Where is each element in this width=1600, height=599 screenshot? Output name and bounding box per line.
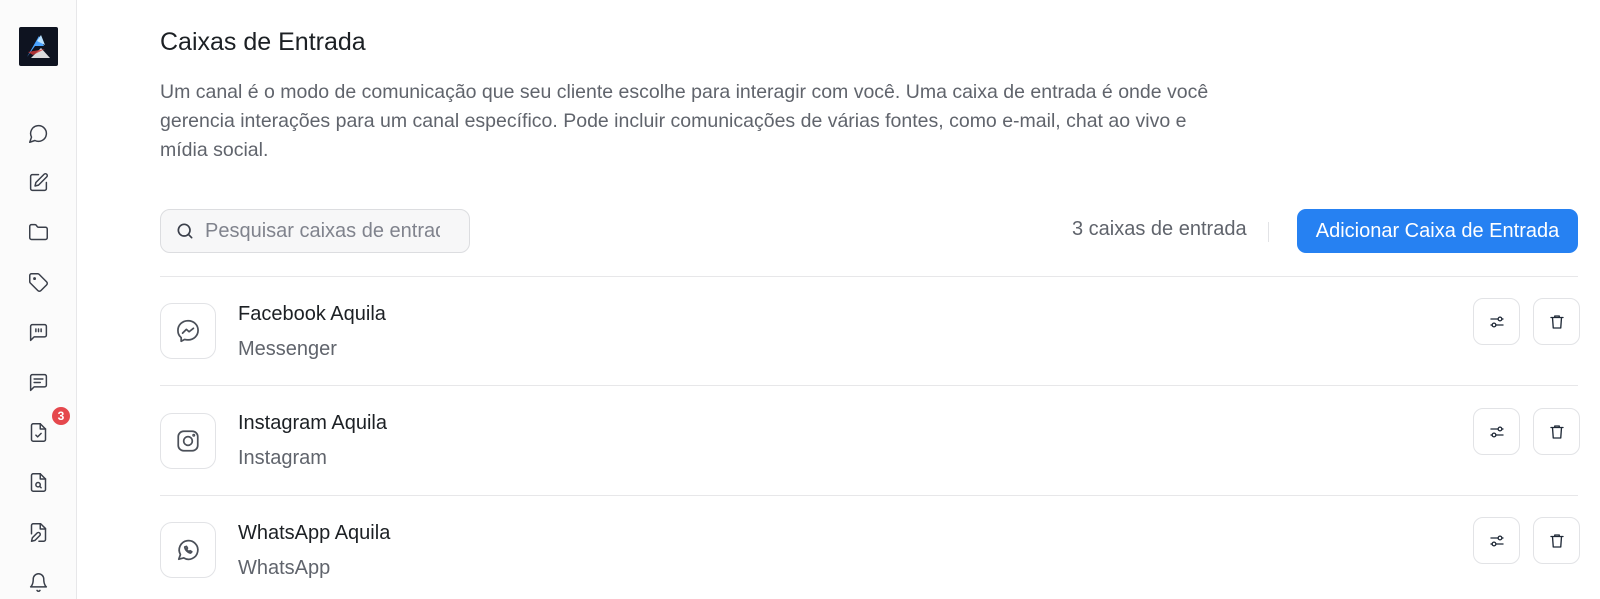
whatsapp-icon <box>160 522 216 578</box>
sliders-icon <box>1489 425 1504 438</box>
inbox-type: Instagram <box>238 447 327 469</box>
divider <box>1268 222 1269 242</box>
trash-icon <box>1549 314 1564 329</box>
bell-icon[interactable] <box>26 570 50 594</box>
settings-button[interactable] <box>1473 408 1520 455</box>
task-checklist-icon[interactable] <box>26 420 50 444</box>
delete-button[interactable] <box>1533 298 1580 345</box>
settings-button[interactable] <box>1473 298 1520 345</box>
inbox-name: WhatsApp Aquila <box>238 522 391 544</box>
conversations-icon[interactable] <box>26 121 50 145</box>
divider <box>160 276 1578 277</box>
divider <box>160 495 1578 496</box>
instagram-icon <box>160 413 216 469</box>
document-search-icon[interactable] <box>26 470 50 494</box>
compose-icon[interactable] <box>26 170 50 194</box>
inbox-count: 3 caixas de entrada <box>1072 218 1247 240</box>
page-description: Um canal é o modo de comunicação que seu… <box>160 81 1209 161</box>
divider <box>160 385 1578 386</box>
search-input[interactable] <box>205 219 440 243</box>
settings-button[interactable] <box>1473 517 1520 564</box>
quote-message-icon[interactable] <box>26 320 50 344</box>
notification-badge: 3 <box>50 405 72 427</box>
inbox-type: WhatsApp <box>238 557 331 579</box>
trash-icon <box>1549 533 1564 548</box>
inbox-name: Instagram Aquila <box>238 412 387 434</box>
app-logo[interactable] <box>19 27 58 66</box>
search-icon <box>177 223 193 239</box>
inbox-name: Facebook Aquila <box>238 303 386 325</box>
sidebar: 3 <box>0 0 77 599</box>
delete-button[interactable] <box>1533 517 1580 564</box>
inbox-type: Messenger <box>238 338 337 360</box>
add-inbox-button[interactable]: Adicionar Caixa de Entrada <box>1297 209 1578 253</box>
sliders-icon <box>1489 315 1504 328</box>
messenger-icon <box>160 303 216 359</box>
sliders-icon <box>1489 534 1504 547</box>
tag-icon[interactable] <box>26 270 50 294</box>
folder-icon[interactable] <box>26 220 50 244</box>
search-box[interactable] <box>160 209 470 253</box>
message-lines-icon[interactable] <box>26 370 50 394</box>
page-title: Caixas de Entrada <box>160 28 366 56</box>
document-edit-icon[interactable] <box>26 520 50 544</box>
trash-icon <box>1549 424 1564 439</box>
delete-button[interactable] <box>1533 408 1580 455</box>
